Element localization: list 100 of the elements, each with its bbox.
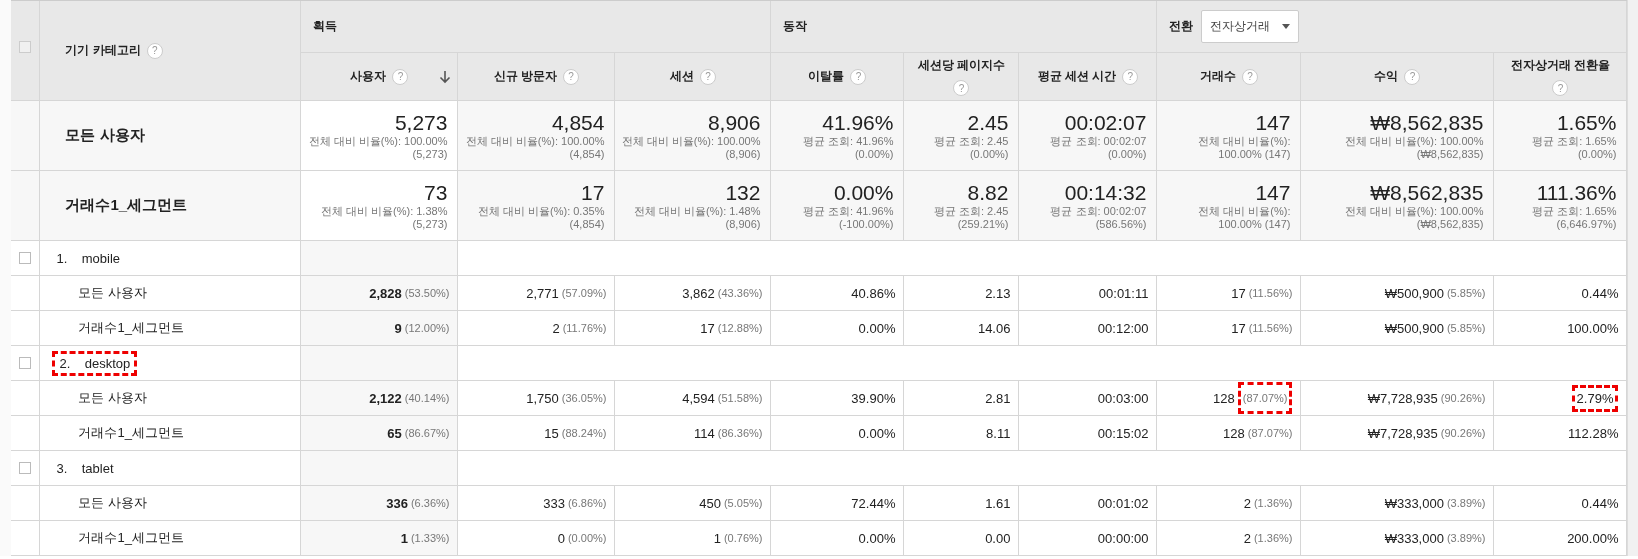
total-value: 8,906 — [707, 110, 761, 135]
comparison-text: (0.00%) — [1577, 147, 1617, 161]
comparison-text: (0.00%) — [854, 147, 894, 161]
total-value: 147 — [1255, 180, 1291, 205]
comparison-text: 100.00% (147) — [1218, 217, 1291, 231]
comparison-text: 평균 조회: 00:02:07 — [1050, 134, 1147, 148]
comparison-text: 전체 대비 비율(%): 100.00% — [621, 134, 761, 148]
metric-value: 450 — [699, 494, 721, 513]
column-header[interactable]: 전자상거래 전환율 — [1510, 57, 1611, 74]
metric-value: 0.00 — [985, 529, 1011, 548]
percent-text: (57.09%) — [561, 286, 607, 301]
percent-text: (6.36%) — [410, 496, 450, 511]
comparison-text: (0.00%) — [969, 147, 1009, 161]
metric-value: 1.61 — [985, 494, 1011, 513]
group-header: 획득 — [313, 18, 338, 35]
comparison-text: 100.00% (147) — [1218, 147, 1291, 161]
select-all-checkbox[interactable] — [19, 41, 32, 53]
metric-value: 1,750 — [526, 389, 559, 408]
percent-text: (90.26%) — [1440, 426, 1486, 441]
metric-value: 333 — [543, 494, 565, 513]
metric-value: ₩333,000 — [1384, 494, 1444, 513]
total-value: 73 — [424, 180, 448, 205]
row-checkbox[interactable] — [19, 357, 32, 369]
percent-text: (87.07%) — [1247, 426, 1293, 441]
percent-text: (1.36%) — [1253, 496, 1293, 511]
row-checkbox[interactable] — [19, 252, 32, 264]
metric-value: 200.00% — [1567, 529, 1619, 548]
percent-text: (86.67%) — [404, 426, 450, 441]
comparison-text: 평균 조회: 2.45 — [933, 204, 1009, 218]
metric-value: ₩500,900 — [1384, 284, 1444, 303]
comparison-text: (4,854) — [569, 217, 605, 231]
segment-label: 거래수1_세그먼트 — [65, 196, 188, 215]
total-value: ₩8,562,835 — [1370, 180, 1484, 205]
column-header[interactable]: 세션당 페이지수 — [917, 57, 1006, 74]
segment-label: 모든 사용자 — [78, 389, 148, 407]
metric-value: 2 — [1243, 494, 1251, 513]
comparison-text: 평균 조회: 41.96% — [802, 204, 894, 218]
metric-value: 17 — [700, 319, 715, 338]
segment-label: 거래수1_세그먼트 — [78, 424, 184, 442]
comparison-text: (₩8,562,835) — [1416, 147, 1484, 161]
comparison-text: (-100.00%) — [839, 217, 894, 231]
comparison-text: 전체 대비 비율(%): 1.38% — [320, 204, 448, 218]
column-header[interactable]: 거래수 — [1199, 68, 1236, 85]
metric-value: 00:00:00 — [1097, 529, 1149, 548]
group-header: 동작 — [783, 18, 808, 35]
metric-value: 9 — [394, 319, 402, 338]
metric-value: 15 — [544, 424, 559, 443]
column-header[interactable]: 평균 세션 시간 — [1037, 68, 1117, 85]
percent-text: (53.50%) — [404, 286, 450, 301]
comparison-text: (0.00%) — [1107, 147, 1147, 161]
column-header[interactable]: 신규 방문자 — [493, 68, 558, 85]
sort-arrow-icon[interactable] — [439, 70, 452, 84]
comparison-text: (586.56%) — [1095, 217, 1147, 231]
device-label[interactable]: 1. mobile — [52, 248, 125, 268]
metric-value: 00:03:00 — [1097, 389, 1149, 408]
metric-value: 0.00% — [858, 424, 896, 443]
total-value: 5,273 — [394, 110, 448, 135]
metric-value: ₩7,728,935 — [1367, 424, 1438, 443]
comparison-text: (5,273) — [412, 217, 448, 231]
metric-value: 0.44% — [1581, 284, 1619, 303]
metric-value: 2.81 — [985, 389, 1011, 408]
device-label[interactable]: 2. desktop — [52, 350, 138, 376]
percent-text: (1.36%) — [1253, 531, 1293, 546]
metric-value: 00:01:11 — [1098, 284, 1149, 303]
metric-value: 1 — [400, 529, 408, 548]
column-header[interactable]: 이탈률 — [808, 68, 845, 85]
comparison-text: (259.21%) — [957, 217, 1009, 231]
column-header[interactable]: 수익 — [1374, 68, 1399, 85]
metric-value: 2.13 — [985, 284, 1011, 303]
metric-value: 00:12:00 — [1097, 319, 1149, 338]
metric-value: 2 — [1243, 529, 1251, 548]
metric-value: 00:15:02 — [1097, 424, 1149, 443]
metric-value: 14.06 — [977, 319, 1011, 338]
metric-value: 3,862 — [682, 284, 715, 303]
percent-text: (40.14%) — [404, 391, 450, 406]
device-label[interactable]: 3. tablet — [52, 458, 118, 478]
metric-value: 17 — [1231, 319, 1246, 338]
column-header[interactable]: 세션 — [669, 68, 694, 85]
comparison-text: 평균 조회: 2.45 — [933, 134, 1009, 148]
metric-value: 4,594 — [682, 389, 715, 408]
percent-text: (5.85%) — [1446, 286, 1486, 301]
scrollbar[interactable] — [1627, 0, 1638, 556]
segment-label: 모든 사용자 — [78, 494, 148, 512]
row-checkbox[interactable] — [19, 462, 32, 474]
comparison-text: 평균 조회: 00:02:07 — [1050, 204, 1147, 218]
metric-value: 114 — [694, 424, 715, 443]
total-value: 2.45 — [967, 110, 1009, 135]
goal-dropdown[interactable]: 전자상거래 — [1201, 10, 1300, 43]
percent-text: (0.76%) — [723, 531, 763, 546]
column-header[interactable]: 사용자 — [350, 68, 387, 85]
metric-value: 72.44% — [851, 494, 896, 513]
metric-value: 128 — [1223, 424, 1245, 443]
percent-text: (87.07%) — [1237, 382, 1293, 414]
percent-text: (1.33%) — [410, 531, 450, 546]
segment-label: 거래수1_세그먼트 — [78, 529, 184, 547]
metric-value: 2,122 — [369, 389, 402, 408]
metric-value: ₩7,728,935 — [1367, 389, 1438, 408]
percent-text: (11.76%) — [562, 321, 607, 336]
metric-value: 128 — [1213, 389, 1235, 408]
total-value: 1.65% — [1556, 110, 1617, 135]
